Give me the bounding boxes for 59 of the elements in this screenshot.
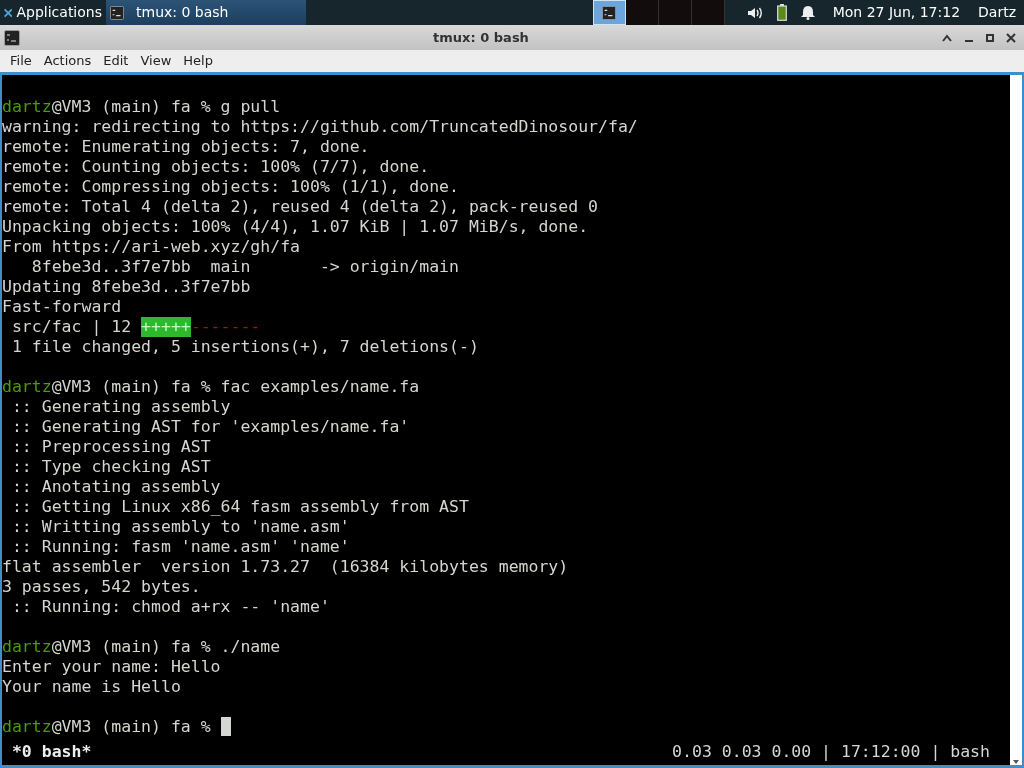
output-line: warning: redirecting to https://github.com/TruncatedDinosour/fa/ — [2, 117, 638, 137]
output-line: From https://ari-web.xyz/gh/fa — [2, 237, 300, 257]
output-line: 1 file changed, 5 insertions(+), 7 deletions(-) — [10, 337, 479, 357]
close-icon[interactable] — [1006, 32, 1016, 43]
scroll-down-icon[interactable] — [1012, 759, 1020, 765]
menu-item[interactable]: View — [134, 51, 178, 71]
diff-deletions: ------- — [190, 317, 261, 337]
output-line: flat assembler version 1.73.27 (16384 kilobytes memory) — [2, 557, 569, 577]
maximize-icon[interactable] — [986, 33, 994, 42]
terminal-icon — [110, 5, 124, 20]
output-line: remote: Compressing objects: 100% (1/1), done. — [2, 177, 459, 197]
output-line: Unpacking objects: 100% (4/4), 1.07 KiB | 1.07 MiB/s, done. — [2, 217, 589, 237]
output-line: :: Writting assembly to 'name.asm' — [10, 517, 350, 537]
scrollbar[interactable] — [1010, 75, 1022, 765]
output-line: src/fac | 12 — [10, 317, 133, 337]
tmux-window-list: *0 bash* — [2, 742, 92, 762]
terminal-icon — [602, 5, 617, 20]
menu-item[interactable]: Edit — [97, 51, 135, 71]
bell-icon[interactable] — [800, 5, 815, 20]
output-line: Your name is Hello — [2, 677, 181, 697]
chevron-up-icon[interactable] — [942, 33, 952, 42]
menu-item[interactable]: Help — [177, 51, 219, 71]
prompt-command: @VM3 (main) fa % g pull — [51, 97, 281, 117]
clock[interactable]: Mon 27 Jun, 17:12 — [832, 2, 961, 23]
window-title: tmux: 0 bash — [433, 28, 529, 47]
output-line: Enter your name: Hello — [2, 657, 221, 677]
volume-icon[interactable] — [746, 5, 763, 20]
user-menu[interactable]: Dartz — [978, 2, 1016, 23]
output-line: :: Running: chmod a+rx -- 'name' — [10, 597, 330, 617]
prompt-command: @VM3 (main) fa % fac examples/name.fa — [51, 377, 420, 397]
menu-item[interactable]: Actions — [37, 51, 98, 71]
output-line: :: Anotating assembly — [10, 477, 221, 497]
prompt-user: dartz — [2, 97, 52, 117]
prompt-user: dartz — [2, 637, 52, 657]
output-line: 8febe3d..3f7e7bb main -> origin/main — [30, 257, 459, 277]
menu-item[interactable]: File — [4, 51, 38, 71]
taskbar-button[interactable]: tmux: 0 bash — [106, 0, 306, 25]
tmux-status-info: 0.03 0.03 0.00 | 17:12:00 | bash — [672, 742, 991, 762]
applications-menu[interactable]: Applications — [0, 0, 106, 25]
output-line: 3 passes, 542 bytes. — [2, 577, 201, 597]
prompt-user: dartz — [2, 377, 52, 397]
workspace-button[interactable] — [625, 0, 659, 25]
prompt-user: dartz — [2, 717, 52, 737]
terminal-icon — [4, 29, 20, 46]
output-line: :: Generating assembly — [10, 397, 231, 417]
output-line: :: Generating AST for 'examples/name.fa' — [10, 417, 410, 437]
output-line: :: Preprocessing AST — [10, 437, 211, 457]
diff-additions: +++++ — [141, 317, 191, 337]
output-line: :: Type checking AST — [10, 457, 211, 477]
output-line: remote: Enumerating objects: 7, done. — [2, 137, 370, 157]
prompt-command: @VM3 (main) fa % — [51, 717, 212, 737]
battery-icon[interactable] — [776, 4, 787, 21]
output-line: remote: Total 4 (delta 2), reused 4 (delta 2), pack-reused 0 — [2, 197, 599, 217]
output-line: remote: Counting objects: 100% (7/7), done. — [2, 157, 430, 177]
output-line: Fast-forward — [2, 297, 122, 317]
output-line: Updating 8febe3d..3f7e7bb — [2, 277, 251, 297]
output-line: :: Getting Linux x86_64 fasm assembly from AST — [10, 497, 469, 517]
prompt-command: @VM3 (main) fa % ./name — [51, 637, 281, 657]
output-line: :: Running: fasm 'name.asm' 'name' — [10, 537, 350, 557]
